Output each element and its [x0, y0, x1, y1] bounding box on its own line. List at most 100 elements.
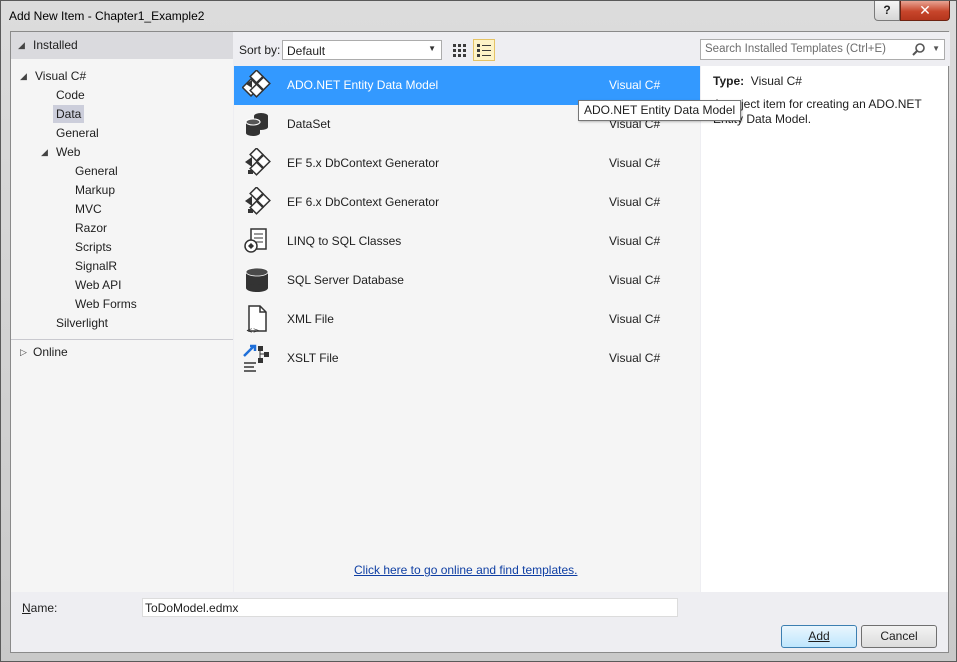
tree-item-label: Web API — [75, 278, 122, 292]
category-pane: ◢ Installed Visual C# ◢ Code Data General Web… — [11, 32, 233, 592]
dataset-icon — [242, 109, 272, 139]
database-icon — [242, 265, 272, 295]
template-list: ADO.NET Entity Data Model Visual C# DataSe… — [234, 66, 700, 592]
type-value: Visual C# — [750, 74, 802, 88]
template-tooltip: ADO.NET Entity Data Model — [578, 100, 742, 121]
tree-item[interactable]: Data — [53, 105, 85, 123]
template-language: Visual C# — [609, 234, 661, 248]
tree-item-label: MVC — [75, 202, 102, 216]
sort-label: Sort by: — [239, 43, 281, 57]
sort-dropdown[interactable]: Default ▼ — [282, 40, 442, 60]
tree-item-label: SignalR — [75, 259, 118, 273]
template-language: Visual C# — [609, 78, 661, 92]
details-pane: Type: Visual C# A project item for creat… — [701, 66, 948, 592]
detail-description: A project item for creating an ADO.NET E… — [713, 97, 922, 126]
name-value: ToDoModel.edmx — [145, 601, 239, 615]
tree-item-label: General — [56, 126, 99, 140]
cancel-button[interactable]: Cancel — [861, 625, 937, 648]
template-name: DataSet — [287, 117, 331, 131]
tree-item-label: Web Forms — [75, 297, 137, 311]
tree-item-label: Web — [56, 145, 81, 159]
template-name: EF 6.x DbContext Generator — [287, 195, 440, 209]
template-language: Visual C# — [609, 195, 661, 209]
search-options-arrow-icon[interactable]: ▼ — [932, 44, 940, 53]
tree-item-label: Razor — [75, 221, 108, 235]
template-language: Visual C# — [609, 273, 661, 287]
xml-file-icon: <> — [242, 304, 272, 335]
small-icons-view-button[interactable] — [449, 39, 471, 61]
name-field[interactable]: ToDoModel.edmx — [142, 598, 678, 617]
add-button-label: Add — [808, 629, 830, 643]
ef-generator-icon — [242, 186, 272, 217]
template-item[interactable]: <> XML File Visual C# — [234, 300, 700, 339]
search-input[interactable]: Search Installed Templates (Ctrl+E) ▼ — [700, 39, 945, 60]
installed-section-header[interactable]: ◢ Installed — [11, 32, 233, 59]
online-label: Online — [33, 345, 68, 359]
tree-item[interactable]: Silverlight — [53, 314, 111, 332]
list-view-icon — [477, 44, 491, 57]
tree-item[interactable]: General — [53, 124, 102, 142]
entity-model-icon — [241, 69, 272, 100]
title-bar[interactable]: Add New Item - Chapter1_Example2 ? ✕ — [1, 1, 956, 31]
tree-item-label: General — [75, 164, 118, 178]
linq-to-sql-icon — [242, 226, 272, 256]
tree-item[interactable]: General — [72, 162, 121, 180]
chevron-down-icon: ▼ — [428, 44, 436, 53]
toolbar: Sort by: Default ▼ Search Installed Temp… — [233, 32, 950, 66]
tree-item[interactable]: Markup — [72, 181, 118, 199]
xslt-file-icon — [242, 343, 272, 373]
grid-view-icon — [453, 44, 466, 57]
tree-item-label: Markup — [75, 183, 116, 197]
dialog-window: Add New Item - Chapter1_Example2 ? ✕ ◢ I… — [0, 0, 957, 662]
tree-item[interactable]: Visual C# — [32, 67, 89, 85]
tree-item[interactable]: SignalR — [72, 257, 120, 275]
template-language: Visual C# — [609, 312, 661, 326]
tree-item-label: Data — [56, 107, 82, 121]
search-placeholder: Search Installed Templates (Ctrl+E) — [705, 43, 886, 55]
template-item[interactable]: EF 5.x DbContext Generator Visual C# — [234, 144, 700, 183]
search-icon[interactable] — [912, 42, 926, 59]
ef-generator-icon — [242, 147, 272, 178]
window-title: Add New Item - Chapter1_Example2 — [9, 9, 205, 23]
type-label: Type: — [713, 74, 745, 88]
template-item[interactable]: LINQ to SQL Classes Visual C# — [234, 222, 700, 261]
template-item[interactable]: XSLT File Visual C# — [234, 339, 700, 378]
sort-value: Default — [287, 44, 326, 58]
online-section[interactable]: ▷ Online — [20, 343, 71, 361]
tree-item-label: Silverlight — [56, 316, 109, 330]
tree-item[interactable]: Razor — [72, 219, 110, 237]
template-language: Visual C# — [609, 156, 661, 170]
tree-item[interactable]: Web — [53, 143, 83, 161]
expand-arrow-icon[interactable]: ◢ — [20, 71, 27, 82]
tree-item[interactable]: Scripts — [72, 238, 115, 256]
add-button[interactable]: Add — [781, 625, 857, 648]
svg-text:<>: <> — [246, 326, 259, 334]
template-item[interactable]: EF 6.x DbContext Generator Visual C# — [234, 183, 700, 222]
template-name: ADO.NET Entity Data Model — [287, 78, 439, 92]
close-button[interactable]: ✕ — [900, 1, 950, 21]
bottom-bar: Name: ToDoModel.edmx Add Cancel — [11, 592, 948, 652]
tree-item[interactable]: Code — [53, 86, 88, 104]
template-name: XSLT File — [287, 351, 339, 365]
template-name: EF 5.x DbContext Generator — [287, 156, 440, 170]
detail-type: Type: Visual C# — [713, 74, 802, 88]
tree-item[interactable]: MVC — [72, 200, 105, 218]
template-name: XML File — [287, 312, 334, 326]
list-view-button[interactable] — [473, 39, 495, 61]
template-name: LINQ to SQL Classes — [287, 234, 402, 248]
tree-item-label: Code — [56, 88, 85, 102]
installed-label: Installed — [33, 38, 78, 52]
template-name: SQL Server Database — [287, 273, 404, 287]
online-templates-link[interactable]: Click here to go online and find templat… — [354, 563, 577, 577]
name-label: Name: — [22, 601, 58, 615]
expand-arrow-icon: ◢ — [18, 40, 25, 50]
collapsed-arrow-icon: ▷ — [20, 347, 27, 357]
tree-item-label: Visual C# — [35, 69, 87, 83]
dialog-body: ◢ Installed Visual C# ◢ Code Data General Web… — [10, 31, 950, 653]
tree-item[interactable]: Web API — [72, 276, 124, 294]
template-language: Visual C# — [609, 351, 661, 365]
tree-item[interactable]: Web Forms — [72, 295, 140, 313]
expand-arrow-icon[interactable]: ◢ — [41, 147, 48, 158]
template-item[interactable]: SQL Server Database Visual C# — [234, 261, 700, 300]
help-button[interactable]: ? — [874, 1, 900, 21]
